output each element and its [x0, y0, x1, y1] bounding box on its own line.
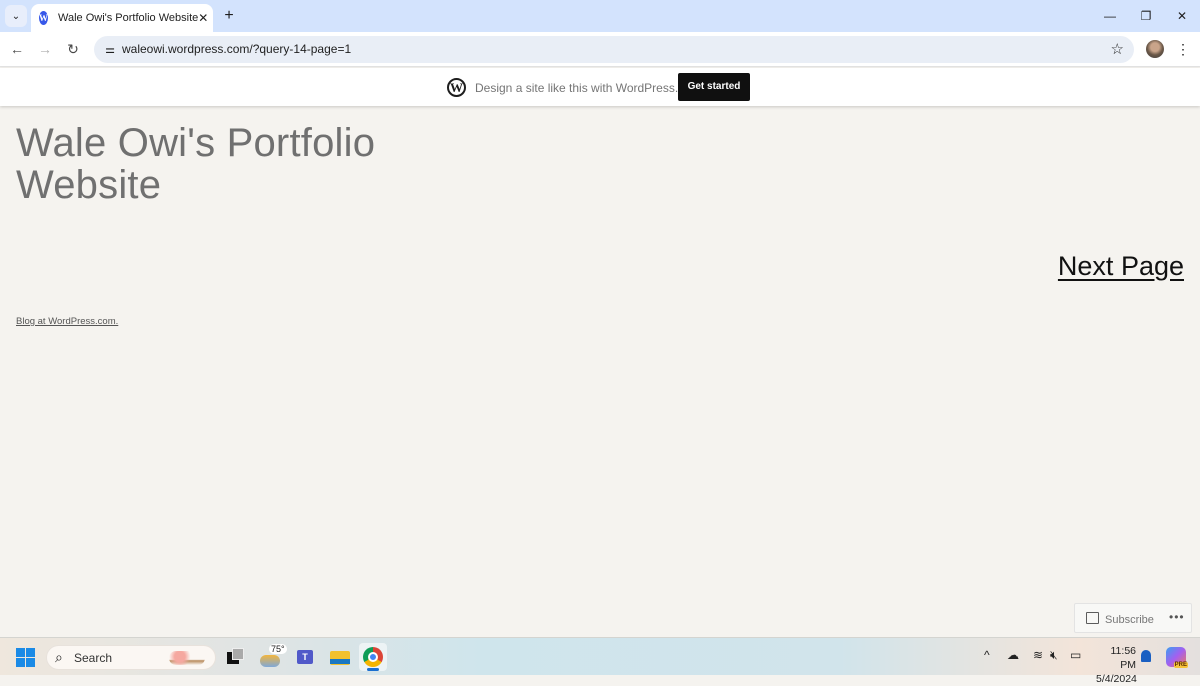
browser-toolbar: ← → ↻ ⚌ waleowi.wordpress.com/?query-14-…	[0, 32, 1200, 67]
file-explorer-icon[interactable]	[326, 643, 354, 671]
browser-tab-bar: ⌄ W Wale Owi's Portfolio Website ✕ + — ❐…	[0, 0, 1200, 32]
close-tab-icon[interactable]: ✕	[198, 11, 208, 25]
weather-widget[interactable]: 75°	[258, 643, 287, 671]
site-title[interactable]: Wale Owi's Portfolio Website	[16, 122, 436, 206]
back-button[interactable]: ←	[7, 39, 27, 59]
get-started-button[interactable]: Get started	[678, 73, 750, 101]
new-tab-button[interactable]: +	[220, 6, 238, 26]
wordpress-icon: W	[39, 11, 48, 25]
volume-muted-icon[interactable]: 🔇︎	[1050, 648, 1058, 663]
search-placeholder: Search	[74, 651, 113, 665]
reload-button[interactable]: ↻	[63, 39, 83, 59]
site-info-icon[interactable]: ⚌	[100, 40, 120, 60]
notification-bell-icon[interactable]	[1141, 650, 1151, 662]
subscribe-button[interactable]: Subscribe	[1105, 614, 1154, 626]
search-icon: ⌕	[55, 649, 63, 665]
footer-credit-link[interactable]: Blog at WordPress.com.	[16, 316, 118, 327]
weather-temperature: 75°	[269, 644, 287, 654]
chrome-icon[interactable]	[359, 643, 387, 671]
weather-icon	[260, 655, 280, 667]
search-highlight-image	[169, 651, 205, 665]
wordpress-promo-banner: W Design a site like this with WordPress…	[0, 68, 1200, 106]
copilot-icon[interactable]: PRE	[1166, 647, 1188, 668]
url-text[interactable]: waleowi.wordpress.com/?query-14-page=1	[122, 42, 351, 56]
teams-icon[interactable]: T	[292, 643, 320, 671]
clock-date: 5/4/2024	[1096, 673, 1137, 685]
address-bar[interactable]: ⚌ waleowi.wordpress.com/?query-14-page=1…	[94, 36, 1134, 63]
tab-title: Wale Owi's Portfolio Website	[58, 12, 199, 24]
battery-icon[interactable]: ▭	[1070, 648, 1081, 662]
onedrive-cloud-icon[interactable]: ☁	[1007, 648, 1019, 662]
tab-active[interactable]: W Wale Owi's Portfolio Website ✕	[31, 4, 213, 32]
browser-menu-icon[interactable]: ⋮	[1176, 39, 1190, 59]
forward-button[interactable]: →	[35, 39, 55, 59]
close-window-button[interactable]: ✕	[1172, 6, 1192, 26]
restore-button[interactable]: ❐	[1136, 6, 1156, 26]
windows-start-icon[interactable]	[16, 648, 35, 667]
next-page-link[interactable]: Next Page	[1058, 251, 1184, 282]
show-hidden-icons-chevron[interactable]: ^	[984, 648, 990, 662]
taskbar-search[interactable]: ⌕ Search	[46, 645, 216, 670]
task-view-icon[interactable]	[222, 643, 250, 671]
more-options-icon[interactable]: •••	[1169, 610, 1185, 624]
wifi-icon[interactable]: ≋	[1033, 648, 1043, 662]
chevron-down-icon: ⌄	[11, 10, 21, 22]
windows-taskbar: ⌕ Search 75° T ^ ☁ ≋ 🔇︎ ▭ 11:56 PM 5/4/2…	[0, 637, 1200, 685]
subscribe-widget: Subscribe •••	[1074, 603, 1192, 633]
profile-avatar[interactable]	[1146, 40, 1164, 58]
minimize-button[interactable]: —	[1100, 6, 1120, 26]
reader-icon	[1086, 612, 1099, 624]
system-clock[interactable]: 11:56 PM 5/4/2024	[1096, 644, 1137, 686]
tab-search-button[interactable]: ⌄	[5, 5, 27, 27]
promo-tagline[interactable]: Design a site like this with WordPress.c…	[475, 81, 701, 95]
bookmark-star-icon[interactable]: ☆	[1111, 40, 1124, 58]
wordpress-logo-icon[interactable]: W	[447, 78, 466, 97]
clock-time: 11:56 PM	[1110, 645, 1137, 671]
